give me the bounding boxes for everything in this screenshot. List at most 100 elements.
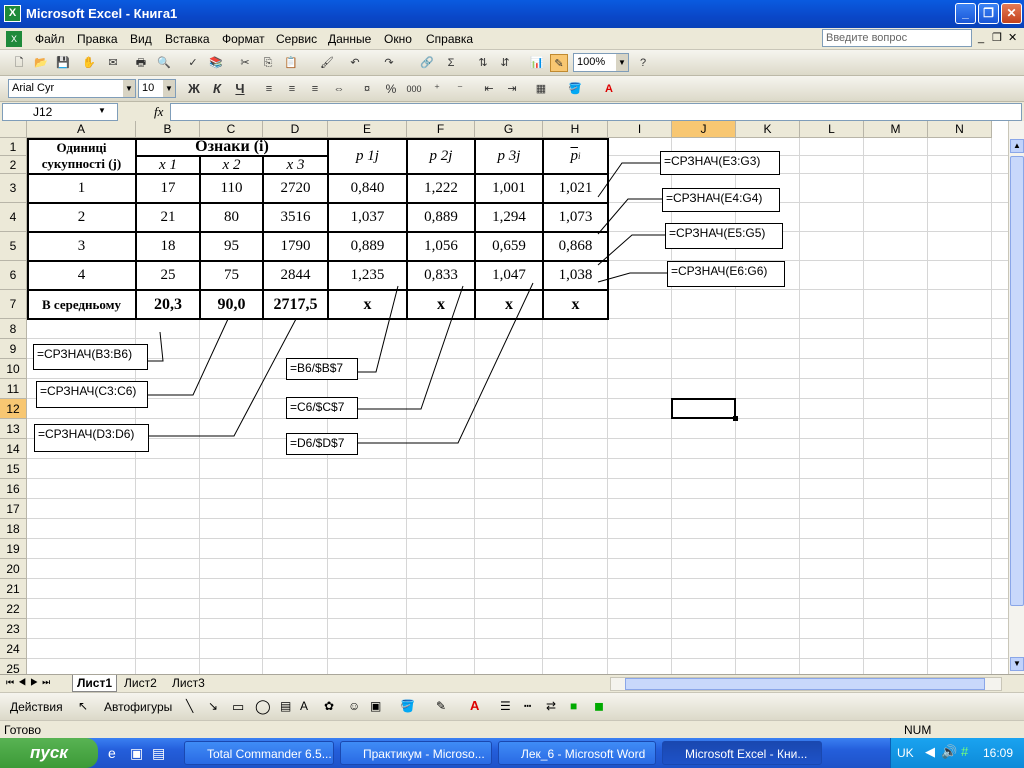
font-size-select[interactable]: 10 ▼ (138, 79, 176, 98)
save-icon[interactable]: 💾 (54, 54, 72, 72)
percent-button[interactable]: % (382, 80, 400, 98)
3d-icon[interactable]: ◼ (594, 699, 604, 713)
row-header-5[interactable]: 5 (0, 232, 27, 261)
undo-icon[interactable]: ↶ (346, 54, 364, 72)
column-header-L[interactable]: L (800, 121, 864, 138)
new-icon[interactable]: 🗋 (10, 54, 28, 72)
print-icon[interactable]: 🖶 (132, 54, 150, 72)
tray-nav-icon[interactable]: ◀ (925, 744, 935, 760)
row-header-8[interactable]: 8 (0, 319, 27, 339)
task-excel[interactable]: Microsoft Excel - Кни... (662, 741, 822, 765)
row-header-2[interactable]: 2 (0, 156, 27, 174)
network-icon[interactable]: # (961, 744, 968, 759)
row-header-21[interactable]: 21 (0, 579, 27, 599)
tab-sheet3[interactable]: Лист3 (168, 675, 209, 692)
align-right-icon[interactable]: ≡ (306, 80, 324, 98)
column-header-B[interactable]: B (136, 121, 200, 138)
email-icon[interactable]: ✉ (104, 54, 122, 72)
wordart-icon[interactable]: A (300, 699, 308, 713)
row-header-15[interactable]: 15 (0, 459, 27, 479)
row-header-7[interactable]: 7 (0, 290, 27, 319)
column-header-I[interactable]: I (608, 121, 672, 138)
scroll-down-icon[interactable]: ▼ (1010, 657, 1024, 671)
row-header-24[interactable]: 24 (0, 639, 27, 659)
selected-cell-j12[interactable] (671, 398, 736, 419)
row-header-13[interactable]: 13 (0, 419, 27, 439)
row-header-16[interactable]: 16 (0, 479, 27, 499)
column-header-C[interactable]: C (200, 121, 263, 138)
clipart-icon[interactable]: ☺ (348, 699, 360, 713)
row-header-18[interactable]: 18 (0, 519, 27, 539)
ie-icon[interactable]: e (108, 745, 116, 761)
research-icon[interactable]: 📚 (207, 54, 225, 72)
formula-box-c7[interactable]: =СРЗНАЧ(C3:C6) (36, 381, 148, 408)
workbook-icon[interactable]: X (6, 31, 22, 47)
rectangle-icon[interactable]: ▭ (232, 699, 244, 715)
column-header-K[interactable]: K (736, 121, 800, 138)
menu-window[interactable]: Окно (384, 32, 412, 46)
row-header-11[interactable]: 11 (0, 379, 27, 399)
doc-close-icon[interactable]: ✕ (1008, 31, 1017, 44)
sort-descending-icon[interactable]: ⇵ (496, 54, 514, 72)
maximize-button[interactable]: ❐ (978, 3, 999, 24)
vertical-scrollbar[interactable]: ▲ ▼ (1008, 121, 1024, 674)
column-header-D[interactable]: D (263, 121, 328, 138)
row-header-1[interactable]: 1 (0, 138, 27, 156)
formula-input[interactable] (170, 103, 1022, 121)
spelling-icon[interactable]: ✓ (184, 54, 202, 72)
formula-box-b7[interactable]: =СРЗНАЧ(B3:B6) (33, 344, 148, 370)
sheet-nav-icons[interactable]: ⏮◀▶⏭ (6, 677, 54, 688)
help-search-input[interactable]: Введите вопрос (822, 29, 972, 47)
shadow-icon[interactable]: ■ (570, 699, 577, 713)
horizontal-scrollbar[interactable] (610, 677, 1002, 691)
scroll-up-icon[interactable]: ▲ (1010, 139, 1024, 153)
task-praktikum[interactable]: Практикум - Microso... (340, 741, 492, 765)
dash-style-icon[interactable]: ┅ (524, 699, 531, 713)
row-header-17[interactable]: 17 (0, 499, 27, 519)
menu-format[interactable]: Формат (222, 32, 265, 46)
drawing-icon[interactable]: ✎ (550, 54, 568, 72)
row-header-23[interactable]: 23 (0, 619, 27, 639)
line-style-icon[interactable]: ☰ (500, 699, 511, 713)
fill-color-icon[interactable]: 🪣 (400, 699, 415, 713)
row-header-14[interactable]: 14 (0, 439, 27, 459)
column-header-M[interactable]: M (864, 121, 928, 138)
formula-box-g[interactable]: =D6/$D$7 (286, 433, 358, 455)
doc-minimize-icon[interactable]: _ (978, 32, 984, 44)
tab-sheet2[interactable]: Лист2 (120, 675, 161, 692)
font-color-icon[interactable]: A (600, 80, 618, 98)
minimize-button[interactable]: _ (955, 3, 976, 24)
excel-app-icon[interactable]: X (4, 5, 21, 22)
row-header-10[interactable]: 10 (0, 359, 27, 379)
task-total-commander[interactable]: Total Commander 6.5... (184, 741, 334, 765)
fx-icon[interactable]: fx (154, 104, 163, 120)
hyperlink-icon[interactable]: 🔗 (418, 54, 436, 72)
media-icon[interactable]: ▤ (152, 745, 165, 762)
line-icon[interactable]: ╲ (186, 699, 193, 713)
row-header-20[interactable]: 20 (0, 559, 27, 579)
hscroll-thumb[interactable] (625, 678, 985, 690)
autosum-icon[interactable]: Σ (442, 54, 460, 72)
start-button[interactable]: пуск (0, 738, 98, 768)
volume-icon[interactable]: 🔊 (941, 744, 957, 760)
formula-box-f[interactable]: =C6/$C$7 (286, 397, 358, 419)
chevron-down-icon[interactable]: ▼ (98, 106, 106, 115)
format-painter-icon[interactable]: 🖌 (318, 54, 336, 72)
font-select[interactable]: Arial Cyr ▼ (8, 79, 136, 98)
language-indicator[interactable]: UK (897, 746, 914, 760)
copy-icon[interactable]: ⎘ (259, 54, 277, 72)
menu-data[interactable]: Данные (328, 32, 371, 46)
row-header-25[interactable]: 25 (0, 659, 27, 674)
font-color-icon[interactable]: A (470, 698, 479, 713)
diagram-icon[interactable]: ✿ (324, 699, 334, 713)
italic-button[interactable]: К (208, 80, 226, 98)
column-header-F[interactable]: F (407, 121, 475, 138)
formula-box-h4[interactable]: =СРЗНАЧ(E4:G4) (662, 188, 780, 212)
formula-box-h6[interactable]: =СРЗНАЧ(E6:G6) (667, 261, 785, 287)
menu-help[interactable]: Справка (426, 32, 473, 46)
arrow-style-icon[interactable]: ⇄ (546, 699, 556, 713)
permission-icon[interactable]: ✋ (80, 54, 98, 72)
chevron-down-icon[interactable]: ▼ (616, 54, 628, 71)
chevron-down-icon[interactable]: ▼ (163, 80, 175, 97)
autoshapes-menu[interactable]: Автофигуры (104, 700, 172, 714)
